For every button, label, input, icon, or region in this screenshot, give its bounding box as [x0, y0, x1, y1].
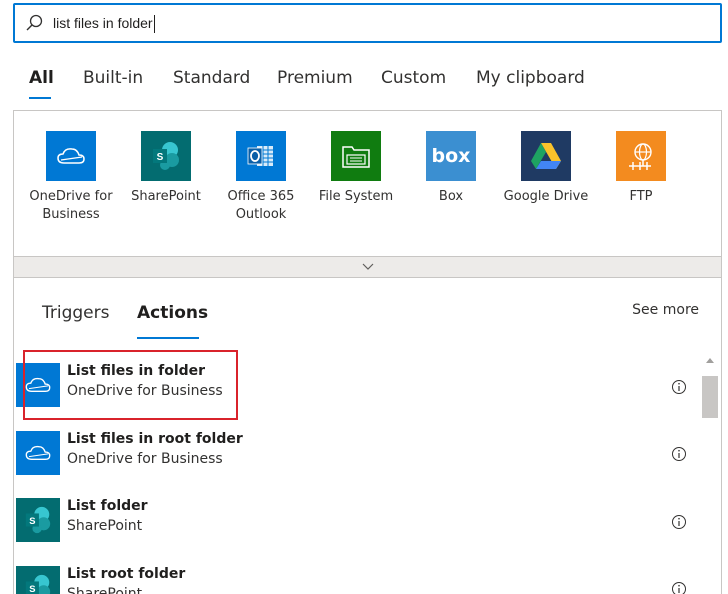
- action-title: List folder: [67, 498, 148, 514]
- action-connector: SharePoint: [67, 518, 143, 534]
- tab-underline: [29, 97, 51, 99]
- tab-triggers[interactable]: Triggers: [42, 303, 110, 323]
- ftp-icon: [616, 131, 666, 181]
- action-title: List root folder: [67, 566, 186, 582]
- tab-my-clipboard[interactable]: My clipboard: [476, 66, 585, 90]
- results-scrollbar[interactable]: [699, 352, 721, 594]
- connector-outlook[interactable]: Office 365 Outlook: [213, 131, 309, 224]
- action-list-root-folder[interactable]: S List root folder SharePoint: [14, 564, 654, 594]
- box-icon: box: [426, 131, 476, 181]
- onedrive-icon: [16, 363, 60, 407]
- action-title: List files in folder: [67, 363, 206, 379]
- action-list-files-in-folder[interactable]: List files in folder OneDrive for Busine…: [14, 361, 654, 409]
- actions-tab-underline: [137, 337, 199, 339]
- tab-standard[interactable]: Standard: [173, 66, 250, 90]
- scroll-thumb[interactable]: [702, 376, 718, 418]
- svg-text:S: S: [157, 152, 164, 163]
- action-list-folder[interactable]: S List folder SharePoint: [14, 496, 654, 544]
- tab-all[interactable]: All: [29, 66, 54, 90]
- info-icon[interactable]: [671, 581, 687, 594]
- action-connector: OneDrive for Business: [67, 383, 223, 399]
- google-drive-icon: [521, 131, 571, 181]
- onedrive-icon: [46, 131, 96, 181]
- expand-connectors-button[interactable]: [13, 256, 722, 278]
- search-box[interactable]: list files in folder: [13, 3, 722, 43]
- search-input[interactable]: list files in folder: [53, 5, 155, 41]
- info-icon[interactable]: [671, 514, 687, 530]
- tab-premium[interactable]: Premium: [277, 66, 353, 90]
- info-icon[interactable]: [671, 379, 687, 395]
- action-connector: SharePoint: [67, 586, 143, 594]
- connector-grid: OneDrive for Business S SharePoint Offic…: [13, 110, 722, 276]
- connector-google-drive[interactable]: Google Drive: [498, 131, 594, 206]
- connector-file-system[interactable]: File System: [308, 131, 404, 206]
- tab-custom[interactable]: Custom: [381, 66, 446, 90]
- action-list-files-in-root-folder[interactable]: List files in root folder OneDrive for B…: [14, 429, 654, 477]
- tab-built-in[interactable]: Built-in: [83, 66, 143, 90]
- connector-ftp[interactable]: FTP: [593, 131, 689, 206]
- action-title: List files in root folder: [67, 431, 243, 447]
- tab-actions[interactable]: Actions: [137, 303, 208, 323]
- outlook-icon: [236, 131, 286, 181]
- file-system-icon: [331, 131, 381, 181]
- connector-box[interactable]: box Box: [403, 131, 499, 206]
- info-icon[interactable]: [671, 446, 687, 462]
- svg-text:box: box: [432, 145, 471, 167]
- see-more-link[interactable]: See more: [632, 302, 699, 318]
- sharepoint-icon: S: [16, 498, 60, 542]
- chevron-down-icon: [362, 263, 373, 270]
- sharepoint-icon: S: [16, 566, 60, 594]
- sharepoint-icon: S: [141, 131, 191, 181]
- svg-text:S: S: [29, 516, 35, 526]
- connector-sharepoint[interactable]: S SharePoint: [118, 131, 214, 206]
- action-connector: OneDrive for Business: [67, 451, 223, 467]
- scroll-up-arrow-icon[interactable]: [706, 358, 714, 363]
- onedrive-icon: [16, 431, 60, 475]
- connector-onedrive[interactable]: OneDrive for Business: [23, 131, 119, 224]
- svg-text:S: S: [29, 584, 35, 594]
- search-icon: [26, 14, 43, 31]
